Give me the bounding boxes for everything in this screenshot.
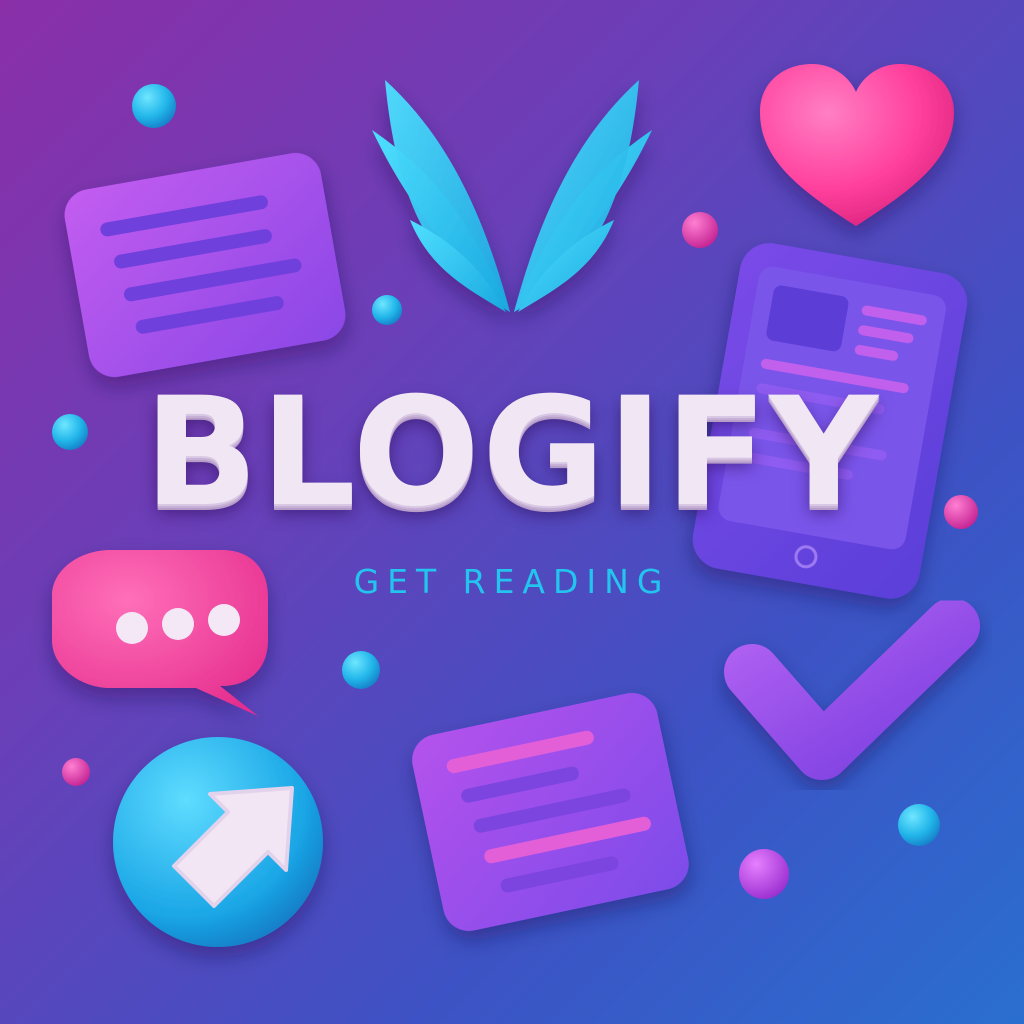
brand-tagline: GET READING	[353, 562, 671, 601]
document-card-icon	[64, 152, 346, 378]
heart-icon	[760, 64, 954, 226]
checkmark-icon	[724, 598, 980, 780]
document-card-icon	[412, 692, 689, 931]
hero-scene: BLOGIFY GET READING	[0, 0, 1024, 1024]
leaf-wings-logo-icon	[372, 80, 652, 312]
arrow-circle-icon	[113, 737, 323, 947]
brand-title: BLOGIFY	[143, 366, 881, 540]
